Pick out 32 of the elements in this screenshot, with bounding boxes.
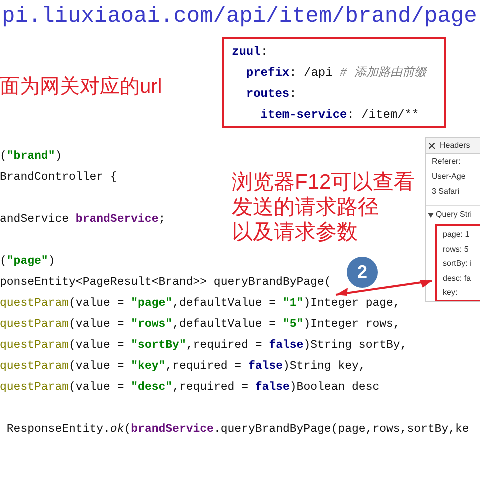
code-line: questParam(value = "page",defaultValue = "1")Integer page, (0, 296, 400, 312)
annotation-text: 面为网关对应的url (0, 75, 162, 100)
code-line: questParam(value = "rows",defaultValue = "5")Integer rows, (0, 317, 400, 333)
code-line: questParam(value = "sortBy",required = false)String sortBy, (0, 338, 408, 354)
code-line: zuul: (232, 44, 270, 61)
header-line: Referer: (431, 156, 462, 168)
code-line: prefix: /api # 添加路由前缀 (245, 65, 428, 82)
expand-icon[interactable] (428, 212, 434, 218)
param-line: rows: 5 (443, 244, 470, 256)
annotation-text: 发送的请求路径 (232, 195, 380, 220)
header-line: 3 Safari (431, 186, 461, 198)
code-line: ("page") (0, 254, 56, 270)
code-line: andService brandService; (0, 212, 166, 228)
step-badge: 2 (347, 257, 378, 288)
code-line: questParam(value = "desc",required = false)Boolean desc (0, 380, 380, 396)
code-line: ("brand") (0, 149, 62, 165)
code-line: routes: (245, 86, 298, 103)
annotation-text: 浏览器F12可以查看 (232, 170, 416, 195)
annotation-text: 以及请求参数 (232, 220, 359, 245)
url-text: pi.liuxiaoai.com/api/item/brand/page (2, 3, 478, 31)
param-line: sortBy: i (443, 258, 473, 270)
param-line: page: 1 (443, 229, 471, 241)
close-icon[interactable] (429, 142, 435, 148)
code-line: questParam(value = "key",required = false)String key, (0, 359, 366, 375)
code-line: ponseEntity<PageResult<Brand>> queryBrandByPage( (0, 275, 332, 291)
param-line: key: (443, 287, 459, 299)
code-line: BrandController { (0, 170, 118, 186)
header-line: User-Age (431, 171, 467, 183)
param-line: desc: fa (443, 272, 472, 284)
code-line: ResponseEntity.ok(brandService.queryBrandByPage(page,rows,sortBy,ke (6, 422, 470, 438)
section-title[interactable]: Query Stri (436, 209, 472, 221)
code-line: item-service: /item/** (260, 107, 420, 124)
